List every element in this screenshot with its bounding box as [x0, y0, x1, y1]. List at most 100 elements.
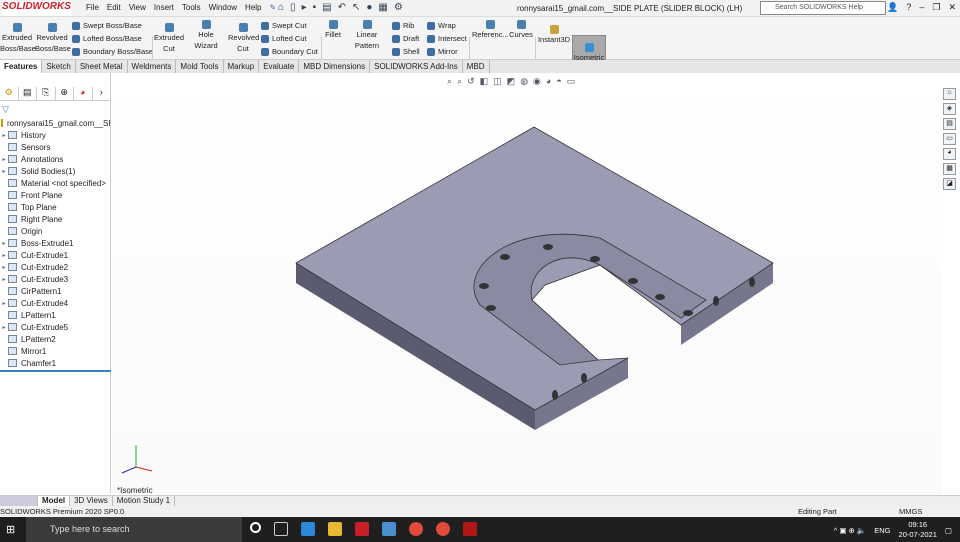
tree-item[interactable]: CirPattern1 [0, 285, 111, 297]
expand-arrow-icon[interactable]: ▸ [0, 264, 8, 271]
design-library-icon[interactable]: ▤ [943, 118, 956, 130]
forum-icon[interactable]: ◪ [943, 178, 956, 190]
zoom-to-fit-icon[interactable]: ⌕ [447, 76, 452, 87]
file-explorer-icon[interactable] [328, 522, 342, 536]
tree-item[interactable]: ▸ Cut-Extrude5 [0, 321, 111, 333]
solidworks-logo[interactable]: SOLIDWORKS [2, 1, 72, 16]
tree-item[interactable]: ▸ Cut-Extrude1 [0, 249, 111, 261]
appearances-icon[interactable]: ◕ [943, 148, 956, 160]
lofted-boss-button[interactable]: Lofted Boss/Base [72, 34, 142, 43]
hole-wizard-button[interactable]: Hole Wizard [186, 20, 226, 51]
tree-item[interactable]: LPattern2 [0, 333, 111, 345]
home-icon[interactable]: ⌂ [943, 88, 956, 100]
display-style-icon[interactable]: ◍ [520, 76, 528, 87]
units-selector[interactable]: MMGS [899, 507, 922, 516]
section-view-icon[interactable]: ◧ [480, 76, 489, 87]
revolved-boss-button[interactable]: Revolved Boss/Base [35, 23, 71, 54]
tree-item[interactable]: Top Plane [0, 201, 111, 213]
expand-arrow-icon[interactable]: ▸ [0, 276, 8, 283]
draft-button[interactable]: Draft [392, 34, 419, 43]
restore-button[interactable]: ❐ [932, 2, 940, 13]
display-manager-tab-icon[interactable]: ◕ [74, 87, 93, 101]
tab-mbd[interactable]: MBD [463, 60, 490, 73]
expand-arrow-icon[interactable]: ▸ [0, 156, 8, 163]
previous-view-icon[interactable]: ↺ [467, 76, 475, 87]
user-icon[interactable]: 👤 [887, 2, 898, 13]
cortana-icon[interactable] [250, 522, 261, 533]
property-manager-tab-icon[interactable]: ▤ [19, 87, 37, 101]
tab-sheet-metal[interactable]: Sheet Metal [76, 60, 128, 73]
tree-item[interactable]: ▸ Cut-Extrude3 [0, 273, 111, 285]
pin-icon[interactable]: ✎ [270, 3, 277, 12]
tree-item[interactable]: ▸ Cut-Extrude4 [0, 297, 111, 309]
tab-solidworks-addins[interactable]: SOLIDWORKS Add-Ins [370, 60, 463, 73]
reference-geometry-button[interactable]: Referenc... [472, 20, 509, 40]
instant3d-button[interactable]: Instant3D [537, 25, 571, 45]
resources-icon[interactable]: ◈ [943, 103, 956, 115]
red-app-icon[interactable] [463, 522, 477, 536]
tree-item[interactable]: ▸ Annotations [0, 153, 111, 165]
help-icon[interactable]: ? [906, 2, 911, 13]
revolved-cut-button[interactable]: Revolved Cut [228, 23, 259, 54]
tree-item[interactable]: Chamfer1 [0, 357, 111, 369]
tree-item[interactable]: Front Plane [0, 189, 111, 201]
tree-item[interactable]: Mirror1 [0, 345, 111, 357]
edit-appearance-icon[interactable]: ◕ [546, 76, 551, 87]
intersect-button[interactable]: Intersect [427, 34, 467, 43]
options-icon[interactable]: ⚙ [394, 2, 403, 13]
tab-scroll-arrows[interactable] [0, 496, 38, 506]
chrome-icon[interactable] [409, 522, 423, 536]
tab-sketch[interactable]: Sketch [42, 60, 76, 73]
tab-mold-tools[interactable]: Mold Tools [176, 60, 224, 73]
tree-item[interactable]: LPattern1 [0, 309, 111, 321]
home-icon[interactable]: ⌂ [278, 2, 284, 13]
view-orientation-icon[interactable]: ◩ [507, 76, 516, 87]
tree-item[interactable]: ▸ History [0, 129, 111, 141]
mail-icon[interactable] [301, 522, 315, 536]
chrome-profile-icon[interactable] [436, 522, 450, 536]
configuration-manager-tab-icon[interactable]: ⎘ [37, 87, 56, 101]
expand-arrow-icon[interactable]: ▸ [0, 300, 8, 307]
view-settings-icon[interactable]: ▭ [567, 76, 576, 87]
fillet-button[interactable]: Fillet [323, 20, 343, 40]
language-indicator[interactable]: ENG [874, 526, 890, 535]
zoom-area-icon[interactable]: ⌕ [457, 76, 462, 87]
menu-view[interactable]: View [129, 3, 146, 12]
graphics-area[interactable] [112, 73, 942, 493]
tab-markup[interactable]: Markup [224, 60, 260, 73]
select-icon[interactable]: ↖ [352, 2, 360, 13]
expand-arrow-icon[interactable]: ▸ [0, 168, 8, 175]
tree-item[interactable]: ▸ Cut-Extrude2 [0, 261, 111, 273]
expand-tabs-icon[interactable]: › [93, 87, 111, 101]
tab-mbd-dimensions[interactable]: MBD Dimensions [299, 60, 371, 73]
rebuild-icon[interactable]: ● [366, 2, 372, 13]
close-button[interactable]: ✕ [948, 2, 956, 13]
swept-cut-button[interactable]: Swept Cut [261, 21, 307, 30]
tree-item[interactable]: Material <not specified> [0, 177, 111, 189]
tab-3d-views[interactable]: 3D Views [70, 496, 113, 506]
tab-motion-study-1[interactable]: Motion Study 1 [113, 496, 176, 506]
expand-arrow-icon[interactable]: ▸ [0, 324, 8, 331]
menu-file[interactable]: File [86, 3, 99, 12]
menu-help[interactable]: Help [245, 3, 261, 12]
solidworks-taskbar-icon[interactable] [355, 522, 369, 536]
boundary-boss-button[interactable]: Boundary Boss/Base [72, 47, 153, 56]
feature-manager-tab-icon[interactable]: ⚙ [0, 87, 19, 101]
minimize-button[interactable]: – [919, 2, 924, 13]
wrap-button[interactable]: Wrap [427, 21, 456, 30]
menu-window[interactable]: Window [209, 3, 237, 12]
tree-item[interactable]: ▸ Solid Bodies(1) [0, 165, 111, 177]
task-view-icon[interactable] [274, 522, 288, 536]
tree-item[interactable]: Right Plane [0, 213, 111, 225]
tab-evaluate[interactable]: Evaluate [259, 60, 300, 73]
curves-button[interactable]: Curves [509, 20, 533, 40]
hide-show-icon[interactable]: ◉ [533, 76, 541, 87]
tab-features[interactable]: Features [0, 60, 43, 73]
open-icon[interactable]: ▸ [302, 2, 307, 13]
rollback-bar[interactable] [0, 370, 111, 372]
tray-icons[interactable]: ^ ▣ ⊕ 🔈 [834, 526, 866, 535]
menu-insert[interactable]: Insert [154, 3, 174, 12]
lofted-cut-button[interactable]: Lofted Cut [261, 34, 307, 43]
tree-root[interactable]: ronnysarai15_gmail.com__SIDE [0, 117, 111, 129]
undo-icon[interactable]: ↶ [338, 2, 346, 13]
